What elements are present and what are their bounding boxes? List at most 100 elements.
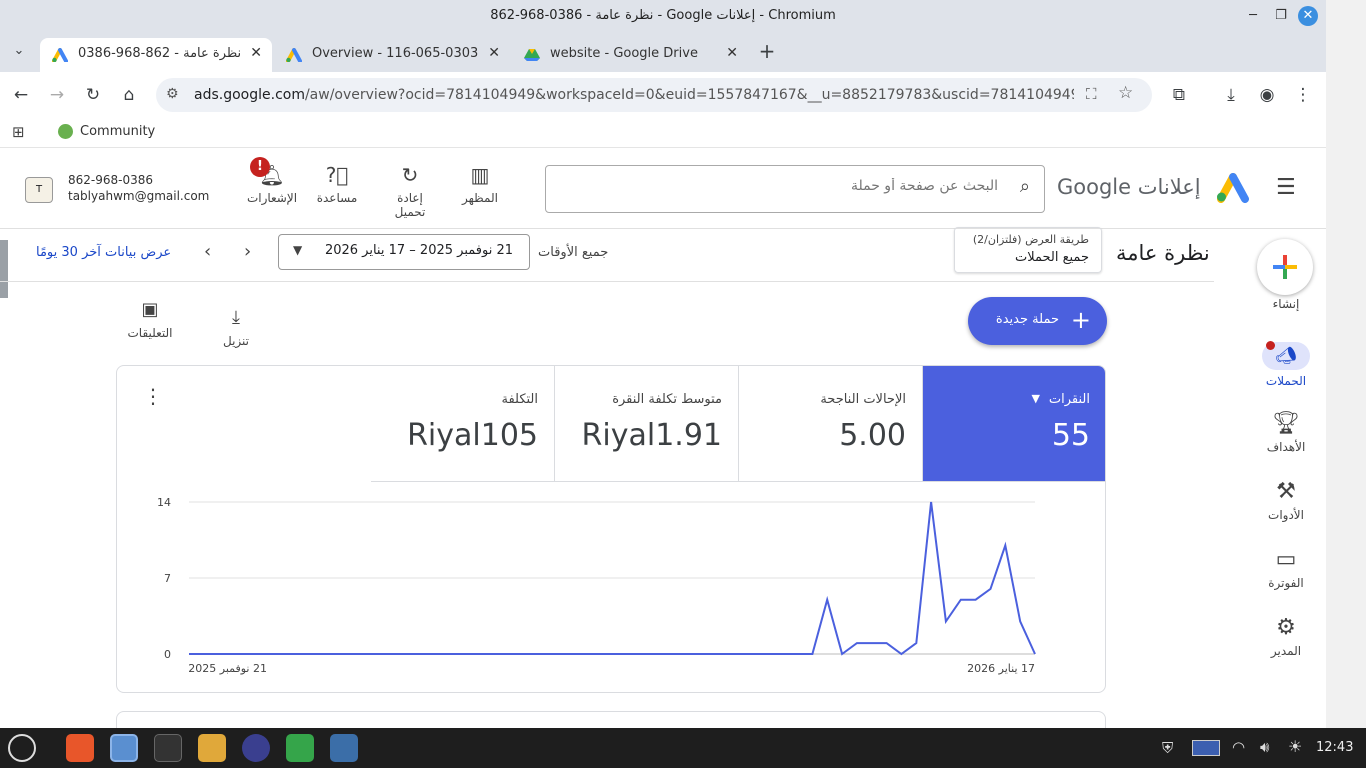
terminal-icon[interactable] (154, 734, 182, 762)
campaigns-alert-dot (1266, 341, 1275, 350)
tab-drive[interactable]: website - Google Drive ✕ (512, 38, 748, 72)
translate-icon[interactable]: ⛶ (1086, 85, 1097, 103)
rail-admin[interactable]: ⚙ المدير (1246, 615, 1326, 658)
page-title: نظرة عامة (1116, 241, 1210, 265)
rail-campaigns[interactable]: 📣︎ الحملات (1246, 341, 1326, 388)
new-campaign-button[interactable]: + حملة جديدة (968, 297, 1107, 345)
ads-page: ☰ إعلانات Google ⌕ ▥ المظهر ↻ إعادة تحمي… (0, 149, 1326, 728)
spreadsheet-icon[interactable] (286, 734, 314, 762)
mint-menu-icon[interactable] (8, 734, 36, 762)
create-button[interactable] (1257, 239, 1313, 295)
product-name: إعلانات Google (1057, 175, 1201, 199)
tab-label: website - Google Drive (550, 46, 698, 61)
trophy-icon: 🏆︎ (1272, 411, 1300, 436)
window-scrollbar[interactable] (1326, 0, 1366, 728)
bookmark-community[interactable]: Community (80, 124, 155, 139)
y-tick-label: 0 (164, 648, 171, 661)
card-more-icon[interactable]: ⋮ (143, 384, 163, 408)
minimize-icon[interactable]: ─ (1243, 6, 1263, 26)
alert-badge-icon: ! (250, 157, 270, 177)
dropdown-arrow-icon: ▼ (293, 243, 303, 257)
notifications-button[interactable]: 🔔︎ الإشعارات ! (242, 157, 302, 205)
tab-search-icon[interactable]: ⌄ (8, 40, 30, 62)
rail-goals[interactable]: 🏆︎ الأهداف (1246, 411, 1326, 454)
community-icon (58, 124, 73, 139)
download-button[interactable]: ⤓ تنزيل (216, 307, 256, 348)
window-title: نظرة عامة - 0386-968-862 - Google إعلانا… (490, 8, 836, 23)
metric-conversions[interactable]: الإحالات الناجحة 5.00 (739, 366, 923, 482)
volume-icon[interactable]: 🔊︎ (1260, 738, 1269, 756)
close-tab-icon[interactable]: ✕ (488, 45, 500, 61)
search-icon: ⌕ (1019, 176, 1030, 197)
refresh-icon: ↻ (401, 163, 419, 187)
extensions-icon[interactable]: ⧉ (1168, 84, 1190, 106)
close-tab-icon[interactable]: ✕ (726, 45, 738, 61)
google-ads-icon (286, 48, 302, 62)
y-tick-label: 7 (164, 572, 171, 585)
shield-icon[interactable]: ⛨ (1162, 739, 1173, 757)
plus-multicolor-icon (1273, 255, 1297, 279)
hamburger-icon[interactable]: ☰ (1276, 175, 1296, 200)
rail-create-label: إنشاء (1272, 297, 1300, 311)
maximize-icon[interactable]: ❐ (1271, 6, 1291, 26)
credit-card-icon: ▭ (1275, 547, 1297, 572)
rail-billing[interactable]: ▭ الفوترة (1246, 547, 1326, 590)
site-info-icon[interactable]: ⚙ (166, 86, 179, 102)
address-bar[interactable]: ⚙ ads.google.com/aw/overview?ocid=781410… (156, 78, 1152, 112)
back-icon[interactable]: ← (10, 84, 32, 106)
apps-grid-icon[interactable]: ⊞ (12, 123, 25, 141)
tab-label: Overview - 116-065-0303 - G (312, 46, 478, 61)
files-icon[interactable] (198, 734, 226, 762)
comments-button[interactable]: ▣ التعليقات (120, 299, 180, 340)
view-mode-selector[interactable]: طريقة العرض (فلتزان/2) جميع الحملات (954, 227, 1102, 273)
browser-toolbar: ← → ↻ ⌂ ⚙ ads.google.com/aw/overview?oci… (0, 72, 1326, 118)
google-drive-icon (524, 49, 540, 61)
profile-icon[interactable]: ◉ (1256, 84, 1278, 106)
tab-label: نظرة عامة - 862-968-0386 - e (78, 46, 240, 61)
plus-icon: + (1070, 306, 1091, 334)
reload-page-button[interactable]: ↻ إعادة تحميل (385, 163, 435, 219)
tools-icon: ⚒ (1276, 479, 1296, 504)
keyboard-layout-flag-icon[interactable] (1192, 740, 1220, 756)
menu-kebab-icon[interactable]: ⋮ (1292, 84, 1314, 106)
metric-cost[interactable]: التكلفة Riyal105 (371, 366, 555, 482)
close-tab-icon[interactable]: ✕ (250, 45, 262, 61)
account-avatar[interactable]: T (25, 177, 53, 203)
chromium-icon[interactable] (110, 734, 138, 762)
feedback-icon: ▣ (141, 299, 159, 320)
tab-overview-2[interactable]: Overview - 116-065-0303 - G ✕ (274, 38, 510, 72)
previous-period-icon[interactable]: ‹ (204, 241, 211, 262)
appearance-button[interactable]: ▥ المظهر (455, 163, 505, 205)
media-player-icon[interactable] (242, 734, 270, 762)
search-box[interactable]: ⌕ (545, 165, 1045, 213)
google-ads-logo-icon (1217, 173, 1249, 203)
window-titlebar: نظرة عامة - 0386-968-862 - Google إعلانا… (0, 0, 1326, 32)
tab-overview-active[interactable]: نظرة عامة - 862-968-0386 - e ✕ (40, 38, 272, 72)
rail-tools[interactable]: ⚒ الأدوات (1246, 479, 1326, 522)
forward-icon[interactable]: → (46, 84, 68, 106)
last-30-days-link[interactable]: عرض بيانات آخر 30 يومًا (36, 245, 171, 260)
all-times-label: جميع الأوقات (538, 245, 609, 260)
next-period-icon[interactable]: › (244, 241, 251, 262)
bookmark-star-icon[interactable]: ☆ (1118, 83, 1133, 103)
reload-icon[interactable]: ↻ (82, 84, 104, 106)
new-tab-icon[interactable]: + (756, 40, 778, 62)
os-taskbar: ⛨ ◠ 🔊︎ ☀ 12:43 (0, 728, 1366, 768)
clicks-line-chart: 0 7 14 21 نوفمبر 2025 17 يناير 2026 (157, 496, 1036, 675)
ads-header: ☰ إعلانات Google ⌕ ▥ المظهر ↻ إعادة تحمي… (0, 149, 1326, 229)
search-input[interactable] (578, 178, 998, 194)
download-icon: ⤓ (232, 307, 240, 328)
brightness-icon[interactable]: ☀ (1288, 737, 1302, 756)
page-scroll-indicator (0, 240, 8, 298)
firefox-icon[interactable] (66, 734, 94, 762)
wifi-icon[interactable]: ◠ (1232, 738, 1245, 756)
help-button[interactable]: ?⃝ مساعدة (312, 163, 362, 205)
close-window-icon[interactable]: ✕ (1298, 6, 1318, 26)
download-icon[interactable]: ⤓ (1220, 84, 1242, 106)
bookmarks-bar: ⊞ Community (0, 118, 1326, 148)
metric-clicks[interactable]: النقرات ▼ 55 (923, 366, 1105, 482)
screenshot-icon[interactable] (330, 734, 358, 762)
home-icon[interactable]: ⌂ (118, 84, 140, 106)
date-range-picker[interactable]: ▼ 21 نوفمبر 2025 – 17 يناير 2026 (278, 234, 530, 270)
metric-avg-cpc[interactable]: متوسط تكلفة النقرة Riyal1.91 (555, 366, 739, 482)
